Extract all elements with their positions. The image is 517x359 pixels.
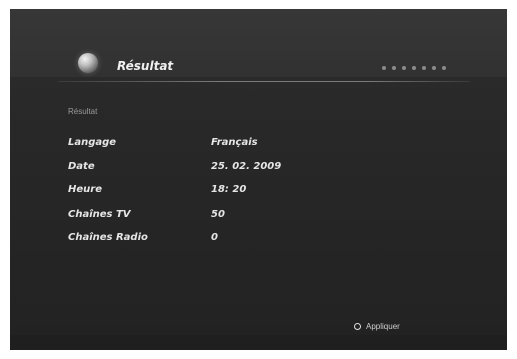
tv-menu-panel: Résultat Résultat Langage Français Date …: [10, 9, 507, 350]
step-dot: [432, 66, 436, 70]
row-language: Langage Français: [68, 137, 368, 153]
row-value: 18: 20: [211, 184, 247, 195]
step-dot: [402, 66, 406, 70]
row-time: Heure 18: 20: [68, 184, 368, 200]
step-dot: [422, 66, 426, 70]
row-value: 0: [211, 232, 218, 243]
row-value: 50: [211, 209, 225, 220]
apply-button[interactable]: Appliquer: [354, 322, 400, 331]
row-label: Chaînes Radio: [68, 232, 148, 243]
step-dot: [442, 66, 446, 70]
row-value: 25. 02. 2009: [211, 161, 282, 172]
page-title: Résultat: [117, 59, 174, 73]
step-indicator: [382, 66, 446, 70]
row-radio-channels: Chaînes Radio 0: [68, 232, 368, 248]
row-value: Français: [211, 137, 258, 148]
row-label: Langage: [68, 137, 117, 148]
step-dot: [412, 66, 416, 70]
row-tv-channels: Chaînes TV 50: [68, 209, 368, 225]
step-dot: [382, 66, 386, 70]
apply-label: Appliquer: [366, 322, 400, 331]
row-label: Chaînes TV: [68, 209, 131, 220]
row-label: Heure: [68, 184, 102, 195]
step-dot: [392, 66, 396, 70]
circle-button-icon: [354, 323, 361, 330]
header-divider: [58, 81, 470, 82]
globe-icon: [78, 53, 98, 73]
row-label: Date: [68, 161, 95, 172]
row-date: Date 25. 02. 2009: [68, 161, 368, 177]
footer-band: [10, 335, 507, 350]
section-label: Résultat: [68, 107, 98, 116]
screen: Résultat Résultat Langage Français Date …: [0, 0, 517, 359]
